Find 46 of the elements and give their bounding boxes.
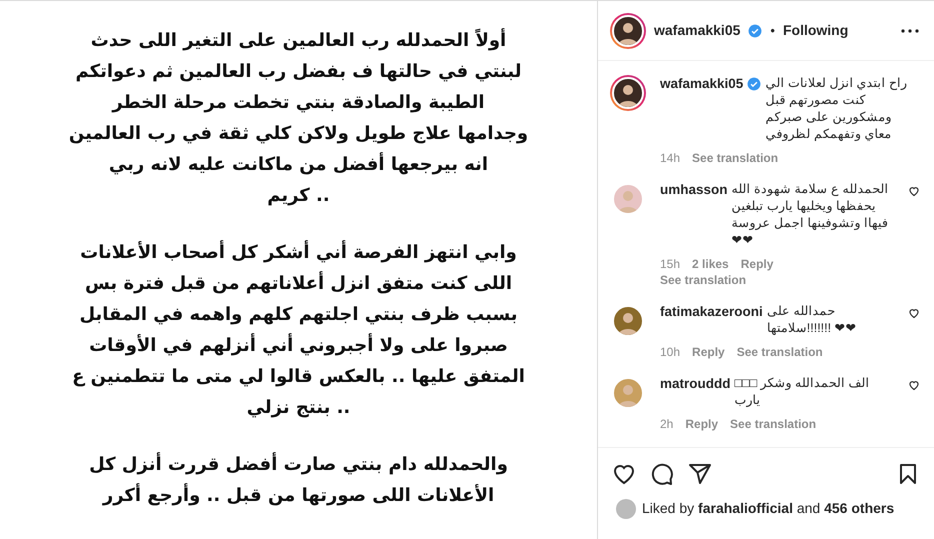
translation-link[interactable]: See translation bbox=[736, 343, 823, 361]
comment-text: راح ابتدي انزل لعلانات الي كنت مصورتهم قبل ومشكورين على صبركم معاي وتفهمكم لظروفي bbox=[765, 75, 908, 143]
text-line: اللى كنت متفق انزل أعلاناتهم من قبل فترة بس bbox=[84, 270, 512, 296]
text-line: المتفق عليها .. بالعكس قالوا لي متى ما تتطمنين ع bbox=[72, 365, 525, 389]
share-icon[interactable] bbox=[688, 462, 712, 486]
text-line: وابي انتهز الفرصة أني أشكر كل أصحاب الأعلانات bbox=[80, 239, 517, 265]
comment-icon[interactable] bbox=[650, 462, 674, 486]
heart-icon[interactable] bbox=[908, 185, 920, 197]
text-line: أولاً الحمدلله رب العالمين على التغير اللى حدث bbox=[90, 27, 506, 53]
comment-text: حمدالله على سلامتها!!!!!!! ❤❤ bbox=[766, 303, 858, 337]
avatar[interactable] bbox=[610, 75, 646, 111]
like-icon[interactable] bbox=[612, 462, 636, 486]
text-line: لبنتي في حالتها ف بفضل رب العالمين ثم دعواتكم bbox=[76, 60, 522, 84]
username[interactable]: wafamakki05 bbox=[654, 20, 740, 41]
reply-link[interactable]: Reply bbox=[685, 415, 718, 433]
text-line: بنتج نزلي .. bbox=[246, 396, 350, 420]
comment-text: الحمدلله ع سلامة شهودة الله يحفظها ويخليها يارب تبلغين فيهاا وتشوفينها اجمل عروسة ❤❤ bbox=[732, 181, 890, 249]
text-line: بسبب ظرف بنتي اجلتهم كلهم واهمه في المقابل bbox=[79, 303, 518, 327]
username[interactable]: fatimakazerooni bbox=[660, 303, 763, 320]
follow-status[interactable]: Following bbox=[782, 20, 848, 41]
like-count[interactable]: 2 likes bbox=[692, 255, 729, 273]
timestamp: 2h bbox=[660, 416, 674, 433]
text-line: الطيبة والصادقة بنتي تخطت مرحلة الخطر bbox=[112, 91, 485, 115]
heart-icon[interactable] bbox=[908, 307, 920, 319]
text-line: انه بيرجعها أفضل من ماكانت عليه لانه ربي bbox=[108, 151, 488, 177]
heart-icon[interactable] bbox=[908, 379, 920, 391]
timestamp: 10h bbox=[660, 344, 680, 361]
translation-link[interactable]: See translation bbox=[660, 271, 894, 289]
text-line: صبروا على ولا أجبروني أني أنزلهم في الأوقات bbox=[89, 332, 508, 358]
text-line: الأعلانات اللى صورتها من قبل .. وأرجع أكرر bbox=[102, 482, 494, 508]
reply-link[interactable]: Reply bbox=[692, 343, 725, 361]
timestamp: 14h bbox=[660, 150, 680, 167]
reply-link[interactable]: Reply bbox=[740, 255, 774, 273]
text-line: وجدامها علاج طويل ولاكن كلي ثقة في رب العالمين bbox=[68, 122, 528, 146]
username[interactable]: wafamakki05 bbox=[660, 75, 744, 92]
translation-link[interactable]: See translation bbox=[730, 415, 816, 433]
liked-by-text: Liked by farahaliofficial and 456 others bbox=[642, 499, 894, 518]
text-line: كريم .. bbox=[267, 184, 330, 208]
text-line: والحمدلله دام بنتي صارت أفضل قررت أنزل كل bbox=[89, 451, 508, 477]
username[interactable]: umhasson bbox=[660, 181, 728, 198]
separator: • bbox=[770, 22, 775, 40]
translation-link[interactable]: See translation bbox=[692, 149, 778, 167]
comment-text: □□□ الف الحمدالله وشكر يارب bbox=[734, 375, 871, 409]
timestamp: 15h bbox=[660, 256, 680, 273]
avatar[interactable] bbox=[610, 12, 646, 48]
username[interactable]: matrouddd bbox=[660, 375, 730, 392]
